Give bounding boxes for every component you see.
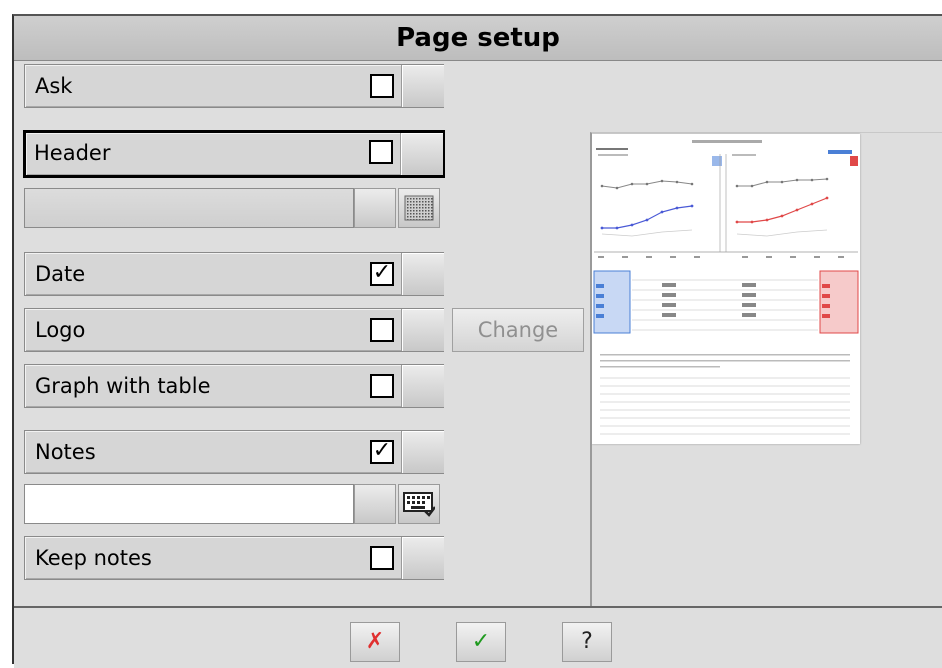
dialog-button-bar: ✗ ✓ ? <box>14 606 942 668</box>
header-text-field <box>24 188 354 228</box>
page-preview-thumbnail <box>592 134 860 444</box>
notes-text-field[interactable] <box>24 484 354 524</box>
notes-keyboard-button[interactable] <box>398 484 440 524</box>
logo-option-row[interactable]: Logo <box>24 308 444 352</box>
header-field-button <box>354 188 396 228</box>
logo-toggle-button[interactable] <box>401 309 444 351</box>
ok-button[interactable]: ✓ <box>456 622 506 662</box>
header-option-row[interactable]: Header <box>23 130 445 178</box>
page-preview-graphic <box>593 140 859 435</box>
date-checkbox[interactable]: ✓ <box>370 262 394 286</box>
date-toggle-button[interactable] <box>401 253 444 295</box>
notes-toggle-button[interactable] <box>401 431 444 473</box>
cancel-button[interactable]: ✗ <box>350 622 400 662</box>
cancel-icon: ✗ <box>365 629 385 654</box>
notes-label: Notes <box>35 440 96 464</box>
ask-toggle-button[interactable] <box>401 65 444 107</box>
keep-notes-checkbox[interactable] <box>370 546 394 570</box>
logo-change-button[interactable]: Change <box>452 308 584 352</box>
page-setup-dialog: Page setup Ask Header Date ✓ Logo Change… <box>12 14 942 668</box>
checkmark-icon: ✓ <box>471 629 491 654</box>
graph-with-table-option-row[interactable]: Graph with table <box>24 364 444 408</box>
keep-notes-label: Keep notes <box>35 546 152 570</box>
graph-with-table-toggle-button[interactable] <box>401 365 444 407</box>
header-keyboard-button <box>398 188 440 228</box>
ask-option-row[interactable]: Ask <box>24 64 444 108</box>
help-button[interactable]: ? <box>562 622 612 662</box>
keyboard-icon <box>403 492 435 517</box>
header-label: Header <box>34 141 111 165</box>
logo-checkbox[interactable] <box>370 318 394 342</box>
date-label: Date <box>35 262 86 286</box>
date-option-row[interactable]: Date ✓ <box>24 252 444 296</box>
notes-option-row[interactable]: Notes ✓ <box>24 430 444 474</box>
graph-with-table-checkbox[interactable] <box>370 374 394 398</box>
help-icon: ? <box>581 629 593 654</box>
ask-label: Ask <box>35 74 73 98</box>
notes-checkbox[interactable]: ✓ <box>370 440 394 464</box>
header-checkbox[interactable] <box>369 140 393 164</box>
graph-with-table-label: Graph with table <box>35 374 211 398</box>
logo-label: Logo <box>35 318 86 342</box>
keep-notes-option-row[interactable]: Keep notes <box>24 536 444 580</box>
notes-field-button[interactable] <box>354 484 396 524</box>
keep-notes-toggle-button[interactable] <box>401 537 444 579</box>
header-toggle-button[interactable] <box>400 133 443 175</box>
ask-checkbox[interactable] <box>370 74 394 98</box>
dialog-title: Page setup <box>14 16 942 61</box>
keyboard-disabled-icon <box>404 195 434 221</box>
